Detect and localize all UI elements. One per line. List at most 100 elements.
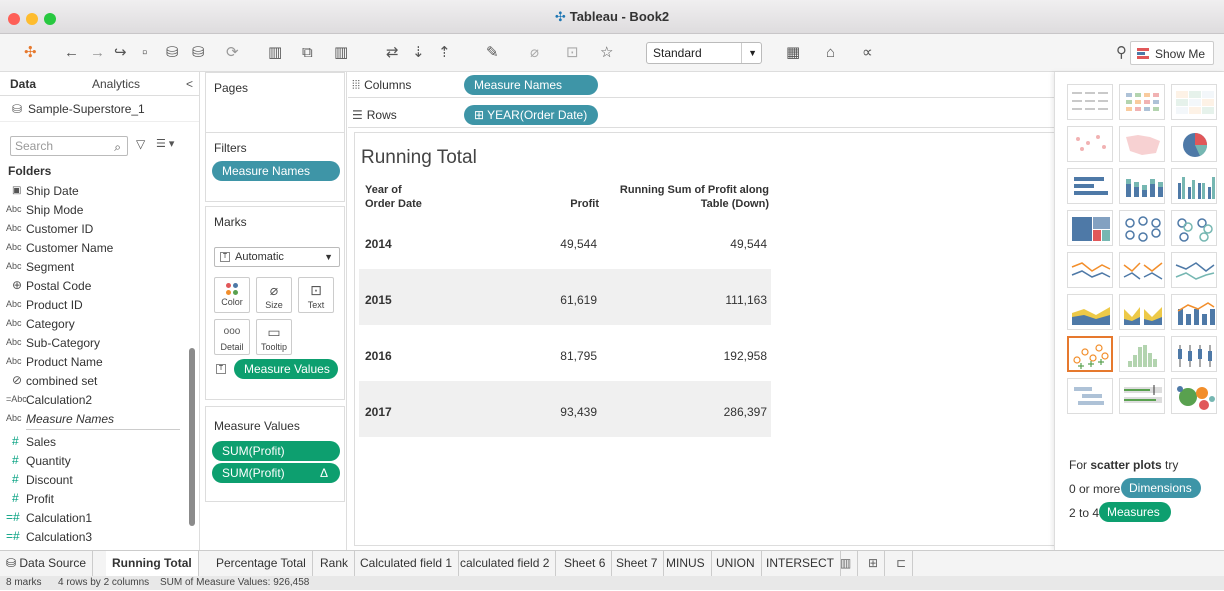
presentation-mode-icon[interactable]: ⌂ bbox=[826, 42, 835, 64]
measure-item[interactable]: =# Calculation1 bbox=[0, 509, 190, 528]
show-me-treemap-icon[interactable] bbox=[1067, 210, 1113, 246]
show-me-gantt-chart-icon[interactable] bbox=[1067, 378, 1113, 414]
show-me-side-by-side-circles-icon[interactable] bbox=[1171, 210, 1217, 246]
tab-data[interactable]: Data bbox=[10, 77, 36, 91]
sheet-tab[interactable]: INTERSECT bbox=[760, 551, 842, 577]
show-me-symbol-map-icon[interactable] bbox=[1067, 126, 1113, 162]
data-source-item[interactable]: ⛁ Sample-Superstore_1 bbox=[0, 96, 199, 122]
refresh-icon[interactable]: ⟳ bbox=[226, 42, 239, 64]
field-item[interactable]: Abc Customer Name bbox=[0, 239, 190, 258]
text-button[interactable]: ⊡ Text bbox=[298, 277, 334, 313]
new-dashboard-icon[interactable]: ⊞ bbox=[862, 551, 886, 577]
sheet-tab[interactable]: Rank bbox=[314, 551, 356, 577]
duplicate-sheet-icon[interactable]: ⧉ bbox=[302, 42, 313, 64]
sheet-tab[interactable]: Calculated field 1 bbox=[354, 551, 460, 577]
field-item[interactable]: =Abc Calculation2 bbox=[0, 391, 190, 410]
tab-analytics[interactable]: Analytics bbox=[92, 77, 140, 91]
sheet-tab[interactable]: UNION bbox=[710, 551, 762, 577]
mark-type-select[interactable]: T Automatic ▼ bbox=[214, 247, 340, 267]
detail-button[interactable]: ooo Detail bbox=[214, 319, 250, 355]
new-story-icon[interactable]: ⊏ bbox=[890, 551, 914, 577]
field-item[interactable]: Abc Customer ID bbox=[0, 220, 190, 239]
field-item[interactable]: Abc Product Name bbox=[0, 353, 190, 372]
pause-updates-icon[interactable]: ⛁ bbox=[192, 42, 205, 64]
show-me-stacked-bars-icon[interactable] bbox=[1119, 168, 1165, 204]
sheet-tab[interactable]: Sheet 7 bbox=[610, 551, 665, 577]
search-input[interactable]: Search ⌕ bbox=[10, 136, 128, 156]
rows-pill-year-order-date[interactable]: ⊞ YEAR(Order Date) bbox=[464, 105, 598, 125]
sort-descending-icon[interactable]: ⇡ bbox=[438, 42, 451, 64]
show-me-button[interactable]: Show Me bbox=[1129, 41, 1214, 65]
show-me-circle-views-icon[interactable] bbox=[1119, 210, 1165, 246]
field-item[interactable]: Abc Segment bbox=[0, 258, 190, 277]
show-me-highlight-table-icon[interactable] bbox=[1171, 84, 1217, 120]
show-me-packed-bubbles-icon[interactable] bbox=[1171, 378, 1217, 414]
measure-item[interactable]: # Profit bbox=[0, 490, 190, 509]
show-me-heat-map-icon[interactable] bbox=[1119, 84, 1165, 120]
swap-rows-columns-icon[interactable]: ⇄ bbox=[386, 42, 399, 64]
share-icon[interactable]: ∝ bbox=[862, 42, 873, 64]
show-me-text-table-icon[interactable] bbox=[1067, 84, 1113, 120]
pin-icon[interactable]: ⚲ bbox=[1116, 42, 1127, 64]
sort-ascending-icon[interactable]: ⇣ bbox=[412, 42, 425, 64]
view-options-icon[interactable]: ☰ ▾ bbox=[156, 137, 174, 150]
show-me-pie-chart-icon[interactable] bbox=[1171, 126, 1217, 162]
sheet-tab[interactable]: Sheet 6 bbox=[558, 551, 613, 577]
show-me-lines-continuous-icon[interactable] bbox=[1067, 252, 1113, 288]
show-mark-labels-icon[interactable]: ⊡ bbox=[566, 42, 579, 64]
filter-icon[interactable]: ▽ bbox=[136, 137, 145, 151]
fit-select[interactable]: Standard ▼ bbox=[646, 42, 762, 64]
measure-pill-sum-profit[interactable]: SUM(Profit) bbox=[212, 441, 340, 461]
field-item[interactable]: Abc Product ID bbox=[0, 296, 190, 315]
collapse-pane-icon[interactable]: < bbox=[186, 77, 193, 91]
pages-card[interactable]: Pages bbox=[205, 72, 345, 134]
show-me-area-discrete-icon[interactable] bbox=[1119, 294, 1165, 330]
field-item[interactable]: Abc Measure Names bbox=[0, 410, 190, 429]
color-button[interactable]: Color bbox=[214, 277, 250, 313]
field-item[interactable]: ⊘ combined set bbox=[0, 372, 190, 391]
save-back-icon[interactable]: ↪ bbox=[114, 42, 127, 64]
show-me-area-continuous-icon[interactable] bbox=[1067, 294, 1113, 330]
show-me-box-and-whisker-icon[interactable] bbox=[1171, 336, 1217, 372]
tableau-home-icon[interactable]: ✣ bbox=[24, 42, 37, 64]
columns-pill-measure-names[interactable]: Measure Names bbox=[464, 75, 598, 95]
measure-item[interactable]: # Quantity bbox=[0, 452, 190, 471]
field-item[interactable]: ▣ Ship Date bbox=[0, 182, 190, 201]
sheet-tab[interactable]: calculated field 2 bbox=[454, 551, 557, 577]
measure-item[interactable]: =# Calculation3 bbox=[0, 528, 190, 547]
columns-shelf[interactable]: ⦙⦙⦙ Columns Measure Names bbox=[348, 72, 1054, 98]
size-button[interactable]: ⌀ Size bbox=[256, 277, 292, 313]
show-me-scatter-plot-icon[interactable] bbox=[1067, 336, 1113, 372]
show-me-lines-discrete-icon[interactable] bbox=[1119, 252, 1165, 288]
redo-icon[interactable]: → bbox=[90, 42, 105, 64]
measure-item[interactable]: # Sales bbox=[0, 433, 190, 452]
sheet-tab[interactable]: MINUS bbox=[660, 551, 712, 577]
fix-axes-icon[interactable]: ☆ bbox=[600, 42, 613, 64]
field-list-scrollbar[interactable] bbox=[189, 348, 195, 526]
new-data-source-icon[interactable]: ⛁ bbox=[166, 42, 179, 64]
show-me-dual-combination-icon[interactable] bbox=[1171, 294, 1217, 330]
measure-pill-sum-profit-running[interactable]: SUM(Profit) Δ bbox=[212, 463, 340, 483]
save-icon[interactable]: ▫ bbox=[142, 42, 147, 64]
show-me-side-by-side-bars-icon[interactable] bbox=[1171, 168, 1217, 204]
new-worksheet-icon[interactable]: ▥ bbox=[268, 42, 282, 64]
marks-pill-measure-values[interactable]: Measure Values bbox=[234, 359, 338, 379]
show-cards-icon[interactable]: ▦ bbox=[786, 42, 800, 64]
show-me-horizontal-bars-icon[interactable] bbox=[1067, 168, 1113, 204]
show-me-histogram-icon[interactable] bbox=[1119, 336, 1165, 372]
group-members-icon[interactable]: ⌀ bbox=[530, 42, 539, 64]
filter-pill-measure-names[interactable]: Measure Names bbox=[212, 161, 340, 181]
rows-shelf[interactable]: ☰ Rows ⊞ YEAR(Order Date) bbox=[348, 102, 1054, 128]
measure-item[interactable]: # Discount bbox=[0, 471, 190, 490]
sheet-tab[interactable]: Percentage Total bbox=[210, 551, 313, 577]
filters-card[interactable]: Filters Measure Names bbox=[205, 132, 345, 202]
clear-sheet-icon[interactable]: ▥ bbox=[334, 42, 348, 64]
undo-icon[interactable]: ← bbox=[64, 42, 79, 64]
new-worksheet-icon[interactable]: ▥ bbox=[834, 551, 859, 577]
sheet-tab[interactable]: Running Total bbox=[106, 551, 199, 577]
field-item[interactable]: ⊕ Postal Code bbox=[0, 277, 190, 296]
show-me-dual-lines-icon[interactable] bbox=[1171, 252, 1217, 288]
field-item[interactable]: Abc Category bbox=[0, 315, 190, 334]
tooltip-button[interactable]: ▭ Tooltip bbox=[256, 319, 292, 355]
highlight-icon[interactable]: ✎ bbox=[486, 42, 499, 64]
